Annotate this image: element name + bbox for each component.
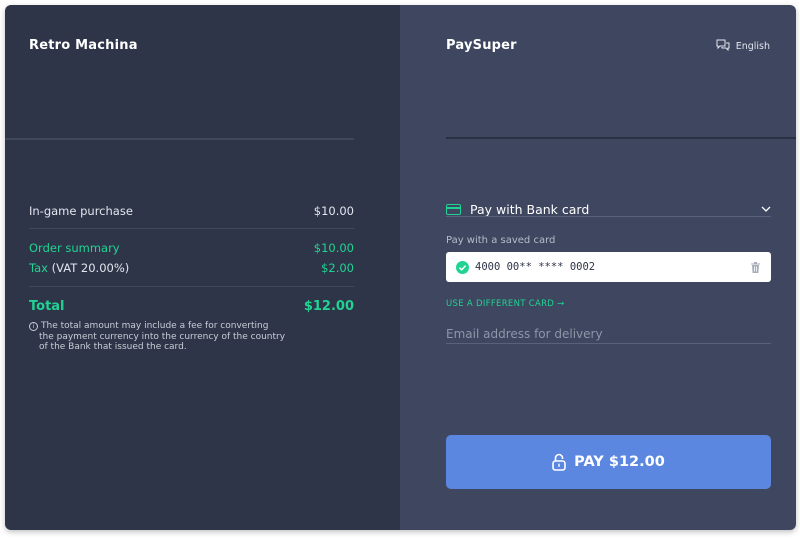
tax-row: Tax (VAT 20.00%) $2.00 — [29, 261, 354, 275]
info-icon: i — [29, 322, 38, 331]
item-label: In-game purchase — [29, 204, 133, 218]
order-panel: Retro Machina In-game purchase $10.00 Or… — [5, 5, 400, 530]
saved-card-label: Pay with a saved card — [446, 235, 556, 246]
tax-amount: $2.00 — [321, 261, 354, 275]
language-label: English — [735, 41, 770, 52]
saved-card-option[interactable]: 4000 00** **** 0002 — [446, 252, 771, 282]
payment-method-underline — [446, 216, 771, 217]
fee-note-line-3: of the Bank that issued the card. — [39, 342, 187, 352]
fee-note: i The total amount may include a fee for … — [29, 321, 289, 353]
checkout-window: Retro Machina In-game purchase $10.00 Or… — [5, 5, 796, 530]
chat-bubbles-icon — [716, 39, 730, 54]
line-item: In-game purchase $10.00 — [29, 204, 354, 218]
tax-detail: (VAT 20.00%) — [51, 261, 130, 275]
tax-label: Tax — [29, 261, 48, 275]
payment-panel: PaySuper English Pay with Bank card Pay … — [400, 5, 796, 530]
trash-icon[interactable] — [751, 261, 760, 273]
fee-note-line-1: The total amount may include a fee for c… — [41, 321, 269, 331]
credit-card-icon — [446, 203, 461, 215]
provider-name: PaySuper — [446, 38, 517, 53]
summary-divider — [29, 228, 354, 229]
check-circle-icon — [456, 260, 469, 274]
order-summary-amount: $10.00 — [313, 241, 354, 255]
merchant-name: Retro Machina — [29, 38, 138, 53]
total-divider — [29, 286, 354, 287]
email-field[interactable] — [446, 325, 771, 344]
pay-button[interactable]: PAY $12.00 — [446, 435, 771, 489]
payment-divider — [446, 137, 796, 139]
order-divider — [5, 138, 354, 140]
saved-card-number: 4000 00** **** 0002 — [475, 261, 596, 273]
payment-method-select[interactable]: Pay with Bank card — [446, 201, 771, 217]
payment-method-label: Pay with Bank card — [470, 201, 590, 217]
total-label: Total — [29, 299, 65, 314]
language-selector[interactable]: English — [716, 39, 770, 54]
fee-note-line-2: the payment currency into the currency o… — [39, 331, 286, 342]
pay-button-label: PAY $12.00 — [574, 454, 665, 470]
chevron-down-icon — [761, 206, 771, 212]
use-different-card-link[interactable]: USE A DIFFERENT CARD → — [446, 299, 565, 309]
lock-icon — [552, 453, 566, 471]
item-amount: $10.00 — [313, 204, 354, 218]
order-summary-label: Order summary — [29, 241, 120, 255]
total-row: Total $12.00 — [29, 299, 354, 314]
order-summary-row: Order summary $10.00 — [29, 241, 354, 255]
total-amount: $12.00 — [303, 299, 354, 314]
